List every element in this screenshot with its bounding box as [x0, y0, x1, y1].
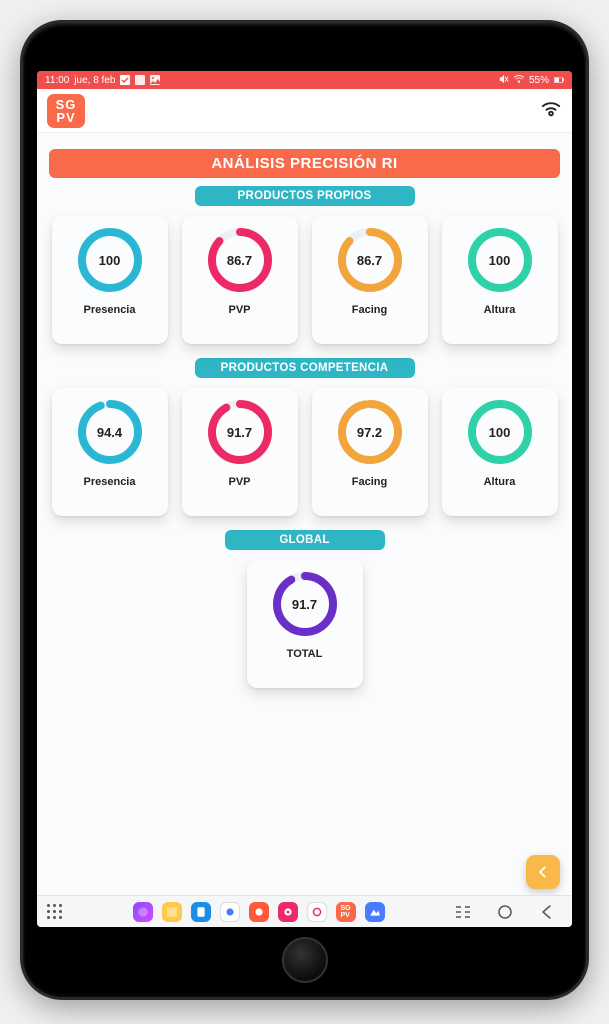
app-header: SG PV	[37, 89, 572, 133]
metric-card-facing[interactable]: 97.2 Facing	[312, 388, 428, 516]
back-button[interactable]	[526, 855, 560, 889]
home-button-soft[interactable]	[496, 903, 514, 921]
dock-app-3[interactable]	[191, 902, 211, 922]
gauge-label: Altura	[484, 304, 516, 316]
page-title: ANÁLISIS PRECISIÓN RI	[49, 149, 560, 178]
gauge-value: 100	[466, 226, 534, 294]
metric-card-total[interactable]: 91.7 TOTAL	[247, 560, 363, 688]
metric-card-presencia[interactable]: 94.4 Presencia	[52, 388, 168, 516]
section-global-label: GLOBAL	[225, 530, 385, 550]
logo-line2: PV	[56, 111, 77, 124]
gauge-value: 100	[76, 226, 144, 294]
section-competencia-label: PRODUCTOS COMPETENCIA	[195, 358, 415, 378]
content-area: ANÁLISIS PRECISIÓN RI PRODUCTOS PROPIOS …	[37, 133, 572, 927]
gauge-label: TOTAL	[287, 648, 323, 660]
gauge-value: 91.7	[271, 570, 339, 638]
app-drawer-icon[interactable]	[47, 904, 63, 920]
status-bar: 11:00 jue, 8 feb 55%	[37, 71, 572, 89]
metric-card-pvp[interactable]: 91.7 PVP	[182, 388, 298, 516]
section-propios-label: PRODUCTOS PROPIOS	[195, 186, 415, 206]
dock-app-6[interactable]	[278, 902, 298, 922]
settings-icon	[135, 75, 145, 85]
row-global: 91.7 TOTAL	[49, 560, 560, 688]
mute-icon	[499, 75, 509, 85]
dock-app-9[interactable]	[365, 902, 385, 922]
gauge-value: 100	[466, 398, 534, 466]
recent-apps-button[interactable]	[454, 903, 472, 921]
gauge-pvp: 86.7	[206, 226, 274, 294]
dock-app-4[interactable]	[220, 902, 240, 922]
dock-sgpv-icon[interactable]: SGPV	[336, 902, 356, 922]
gauge-facing: 86.7	[336, 226, 404, 294]
logo-line1: SG	[56, 98, 77, 111]
gauge-altura: 100	[466, 398, 534, 466]
dock-app-1[interactable]	[133, 902, 153, 922]
metric-card-altura[interactable]: 100 Altura	[442, 216, 558, 344]
gauge-label: Facing	[352, 304, 387, 316]
gauge-altura: 100	[466, 226, 534, 294]
gauge-value: 97.2	[336, 398, 404, 466]
status-battery: 55%	[529, 75, 549, 86]
battery-icon	[554, 75, 564, 85]
dock: SGPV	[133, 902, 385, 922]
row-competencia: 94.4 Presencia 91.7 PVP 97.2 Facing	[49, 388, 560, 516]
metric-card-facing[interactable]: 86.7 Facing	[312, 216, 428, 344]
wifi-small-icon	[514, 75, 524, 85]
tablet-frame: 11:00 jue, 8 feb 55%	[20, 20, 589, 1000]
status-time: 11:00	[45, 75, 69, 86]
dock-app-2[interactable]	[162, 902, 182, 922]
gauge-pvp: 91.7	[206, 398, 274, 466]
system-nav-bar: SGPV	[37, 895, 572, 927]
hardware-home-button[interactable]	[282, 937, 328, 983]
metric-card-pvp[interactable]: 86.7 PVP	[182, 216, 298, 344]
metric-card-altura[interactable]: 100 Altura	[442, 388, 558, 516]
gauge-label: PVP	[228, 304, 250, 316]
gauge-value: 91.7	[206, 398, 274, 466]
gauge-value: 86.7	[206, 226, 274, 294]
status-date: jue, 8 feb	[74, 75, 115, 86]
gauge-label: Facing	[352, 476, 387, 488]
checkbox-icon	[120, 75, 130, 85]
gauge-label: Presencia	[84, 476, 136, 488]
wifi-icon	[540, 97, 562, 124]
screen: 11:00 jue, 8 feb 55%	[37, 71, 572, 927]
row-propios: 100 Presencia 86.7 PVP 86.7 Facing	[49, 216, 560, 344]
chevron-left-icon	[536, 865, 550, 879]
gauge-presencia: 94.4	[76, 398, 144, 466]
gauge-total: 91.7	[271, 570, 339, 638]
gauge-label: PVP	[228, 476, 250, 488]
dock-app-5[interactable]	[249, 902, 269, 922]
back-button-soft[interactable]	[538, 903, 556, 921]
metric-card-presencia[interactable]: 100 Presencia	[52, 216, 168, 344]
image-icon	[150, 75, 160, 85]
gauge-label: Presencia	[84, 304, 136, 316]
gauge-label: Altura	[484, 476, 516, 488]
gauge-facing: 97.2	[336, 398, 404, 466]
app-logo[interactable]: SG PV	[47, 94, 85, 128]
gauge-value: 86.7	[336, 226, 404, 294]
gauge-presencia: 100	[76, 226, 144, 294]
dock-app-7[interactable]	[307, 902, 327, 922]
gauge-value: 94.4	[76, 398, 144, 466]
